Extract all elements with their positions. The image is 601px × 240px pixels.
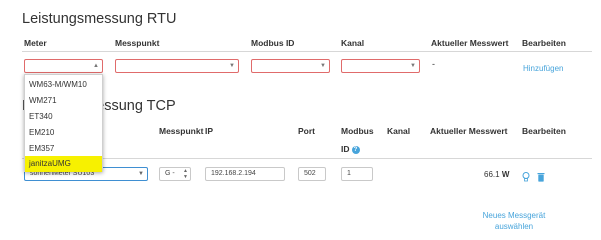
tcp-header-id: ID? xyxy=(341,144,360,154)
tcp-messwert: 66.1 W xyxy=(484,170,509,179)
tcp-messwert-value: 66.1 xyxy=(484,170,500,179)
rtu-header-messpunkt: Messpunkt xyxy=(115,38,160,48)
tcp-header-ip: IP xyxy=(205,126,214,136)
rtu-header-modbus-id: Modbus ID xyxy=(251,38,295,48)
new-device-link-line1: Neues Messgerät xyxy=(482,211,546,220)
tcp-messpunkt-value: G - xyxy=(165,170,175,177)
tcp-header-bearbeiten: Bearbeiten xyxy=(522,126,566,136)
rtu-header-divider xyxy=(22,51,592,52)
rtu-add-link[interactable]: Hinzufügen xyxy=(523,64,563,73)
rtu-header-kanal: Kanal xyxy=(341,38,365,48)
tcp-modbus-id-input[interactable]: 1 xyxy=(341,167,373,181)
chevron-down-icon: ▼ xyxy=(229,63,235,69)
lightbulb-icon[interactable] xyxy=(522,169,530,182)
trash-icon[interactable] xyxy=(537,169,545,182)
rtu-meter-select[interactable]: ▲ xyxy=(24,59,103,73)
tcp-header-messpunkt: Messpunkt xyxy=(159,126,204,136)
help-icon[interactable]: ? xyxy=(351,145,360,154)
tcp-ip-input[interactable]: 192.168.2.194 xyxy=(205,167,285,181)
tcp-header-aktueller-messwert: Aktueller Messwert xyxy=(430,126,508,136)
rtu-messwert-value: - xyxy=(432,59,435,69)
new-device-link-line2: auswählen xyxy=(494,222,534,231)
chevron-down-icon: ▼ xyxy=(320,63,326,69)
stepper-arrows-icon[interactable]: ▲ ▼ xyxy=(183,168,188,180)
rtu-modbus-id-select[interactable]: ▼ xyxy=(251,59,330,73)
tcp-port-input[interactable]: 502 xyxy=(298,167,326,181)
meter-option[interactable]: WM63-M/WM10 xyxy=(25,77,102,93)
meter-option[interactable]: EM210 xyxy=(25,125,102,141)
meter-option[interactable]: EM357 xyxy=(25,141,102,157)
tcp-messwert-unit: W xyxy=(501,170,510,179)
tcp-header-id-label: ID xyxy=(341,144,350,154)
tcp-messpunkt-stepper[interactable]: G - ▲ ▼ xyxy=(159,167,191,181)
tcp-header-port: Port xyxy=(298,126,315,136)
meter-option[interactable]: WM271 xyxy=(25,93,102,109)
tcp-header-divider xyxy=(22,158,592,159)
rtu-header-aktueller-messwert: Aktueller Messwert xyxy=(431,38,509,48)
rtu-header-bearbeiten: Bearbeiten xyxy=(522,38,566,48)
chevron-down-icon: ▼ xyxy=(138,171,144,177)
new-device-link[interactable]: Neues Messgerät auswählen xyxy=(481,210,547,232)
tcp-header-kanal: Kanal xyxy=(387,126,411,136)
chevron-down-icon: ▲ xyxy=(93,63,99,69)
chevron-down-icon: ▼ xyxy=(410,63,416,69)
rtu-messpunkt-select[interactable]: ▼ xyxy=(115,59,239,73)
tcp-header-modbus: Modbus xyxy=(341,126,374,136)
rtu-section-title: Leistungsmessung RTU xyxy=(22,11,177,27)
rtu-header-meter: Meter xyxy=(24,38,47,48)
meter-option-highlighted[interactable]: janitzaUMG xyxy=(25,156,102,172)
meter-option[interactable]: ET340 xyxy=(25,109,102,125)
rtu-kanal-select[interactable]: ▼ xyxy=(341,59,420,73)
meter-dropdown-menu: WM63-M/WM10 WM271 ET340 EM210 EM357 jani… xyxy=(24,74,103,172)
